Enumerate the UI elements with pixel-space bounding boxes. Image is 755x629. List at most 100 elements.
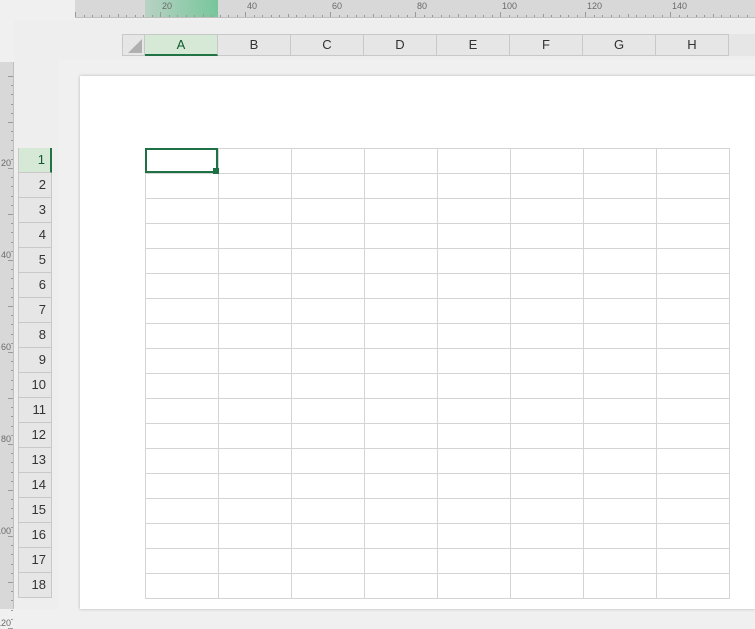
cell[interactable] <box>365 274 438 299</box>
grid-table[interactable] <box>145 148 730 599</box>
cell[interactable] <box>219 474 292 499</box>
cell[interactable] <box>219 374 292 399</box>
cell[interactable] <box>219 524 292 549</box>
cell[interactable] <box>438 199 511 224</box>
vertical-ruler[interactable]: 20406080100120 <box>0 62 14 609</box>
cell[interactable] <box>219 274 292 299</box>
cell[interactable] <box>584 149 657 174</box>
cell[interactable] <box>146 324 219 349</box>
cell[interactable] <box>511 374 584 399</box>
cell[interactable] <box>584 499 657 524</box>
cell[interactable] <box>146 374 219 399</box>
cell[interactable] <box>657 299 730 324</box>
row-header-13[interactable]: 13 <box>18 448 52 473</box>
cell[interactable] <box>365 299 438 324</box>
cell[interactable] <box>365 224 438 249</box>
cell[interactable] <box>219 574 292 599</box>
cell[interactable] <box>365 249 438 274</box>
cell[interactable] <box>219 174 292 199</box>
row-header-6[interactable]: 6 <box>18 273 52 298</box>
cell[interactable] <box>292 574 365 599</box>
row-header-17[interactable]: 17 <box>18 548 52 573</box>
column-header-A[interactable]: A <box>145 34 218 56</box>
row-header-4[interactable]: 4 <box>18 223 52 248</box>
cell[interactable] <box>146 249 219 274</box>
cell[interactable] <box>657 499 730 524</box>
cell[interactable] <box>365 349 438 374</box>
cell[interactable] <box>584 524 657 549</box>
cell[interactable] <box>292 549 365 574</box>
row-header-11[interactable]: 11 <box>18 398 52 423</box>
column-header-C[interactable]: C <box>291 34 364 56</box>
cell[interactable] <box>584 349 657 374</box>
cell[interactable] <box>657 149 730 174</box>
cell[interactable] <box>511 274 584 299</box>
cell[interactable] <box>584 549 657 574</box>
column-header-D[interactable]: D <box>364 34 437 56</box>
cell[interactable] <box>292 199 365 224</box>
cell[interactable] <box>292 499 365 524</box>
cell[interactable] <box>584 424 657 449</box>
cell[interactable] <box>146 399 219 424</box>
cell[interactable] <box>438 274 511 299</box>
cell[interactable] <box>438 549 511 574</box>
cell[interactable] <box>365 199 438 224</box>
cell[interactable] <box>146 499 219 524</box>
cell[interactable] <box>219 249 292 274</box>
cell[interactable] <box>657 474 730 499</box>
cell[interactable] <box>146 199 219 224</box>
cell[interactable] <box>146 274 219 299</box>
cell[interactable] <box>438 174 511 199</box>
cell[interactable] <box>146 474 219 499</box>
cell[interactable] <box>511 474 584 499</box>
cell[interactable] <box>292 374 365 399</box>
cell[interactable] <box>657 424 730 449</box>
column-header-E[interactable]: E <box>437 34 510 56</box>
cell[interactable] <box>292 299 365 324</box>
cell[interactable] <box>657 174 730 199</box>
cell[interactable] <box>584 474 657 499</box>
cell[interactable] <box>657 549 730 574</box>
cell[interactable] <box>584 199 657 224</box>
cell[interactable] <box>584 174 657 199</box>
column-header-H[interactable]: H <box>656 34 729 56</box>
cell[interactable] <box>146 174 219 199</box>
row-headers[interactable]: 123456789101112131415161718 <box>18 148 52 598</box>
cell[interactable] <box>438 324 511 349</box>
cell[interactable] <box>292 474 365 499</box>
cell[interactable] <box>219 399 292 424</box>
cell[interactable] <box>438 524 511 549</box>
row-header-15[interactable]: 15 <box>18 498 52 523</box>
cell[interactable] <box>365 574 438 599</box>
cell[interactable] <box>146 149 219 174</box>
cell[interactable] <box>292 449 365 474</box>
cell[interactable] <box>438 149 511 174</box>
cell[interactable] <box>292 249 365 274</box>
cell[interactable] <box>584 574 657 599</box>
horizontal-ruler[interactable]: 20406080100120140160 <box>75 0 755 18</box>
cell[interactable] <box>511 349 584 374</box>
cell[interactable] <box>219 424 292 449</box>
cell[interactable] <box>657 374 730 399</box>
cell[interactable] <box>146 449 219 474</box>
column-header-B[interactable]: B <box>218 34 291 56</box>
row-header-12[interactable]: 12 <box>18 423 52 448</box>
row-header-5[interactable]: 5 <box>18 248 52 273</box>
cell[interactable] <box>438 349 511 374</box>
cell[interactable] <box>657 349 730 374</box>
cell[interactable] <box>146 549 219 574</box>
cell[interactable] <box>584 299 657 324</box>
cell[interactable] <box>365 174 438 199</box>
row-header-9[interactable]: 9 <box>18 348 52 373</box>
cell[interactable] <box>584 324 657 349</box>
cell[interactable] <box>365 424 438 449</box>
cell[interactable] <box>365 149 438 174</box>
cell[interactable] <box>438 499 511 524</box>
cell[interactable] <box>292 149 365 174</box>
cell[interactable] <box>219 549 292 574</box>
cell[interactable] <box>219 199 292 224</box>
cell[interactable] <box>511 574 584 599</box>
cell[interactable] <box>292 399 365 424</box>
cell[interactable] <box>292 224 365 249</box>
cell[interactable] <box>584 274 657 299</box>
